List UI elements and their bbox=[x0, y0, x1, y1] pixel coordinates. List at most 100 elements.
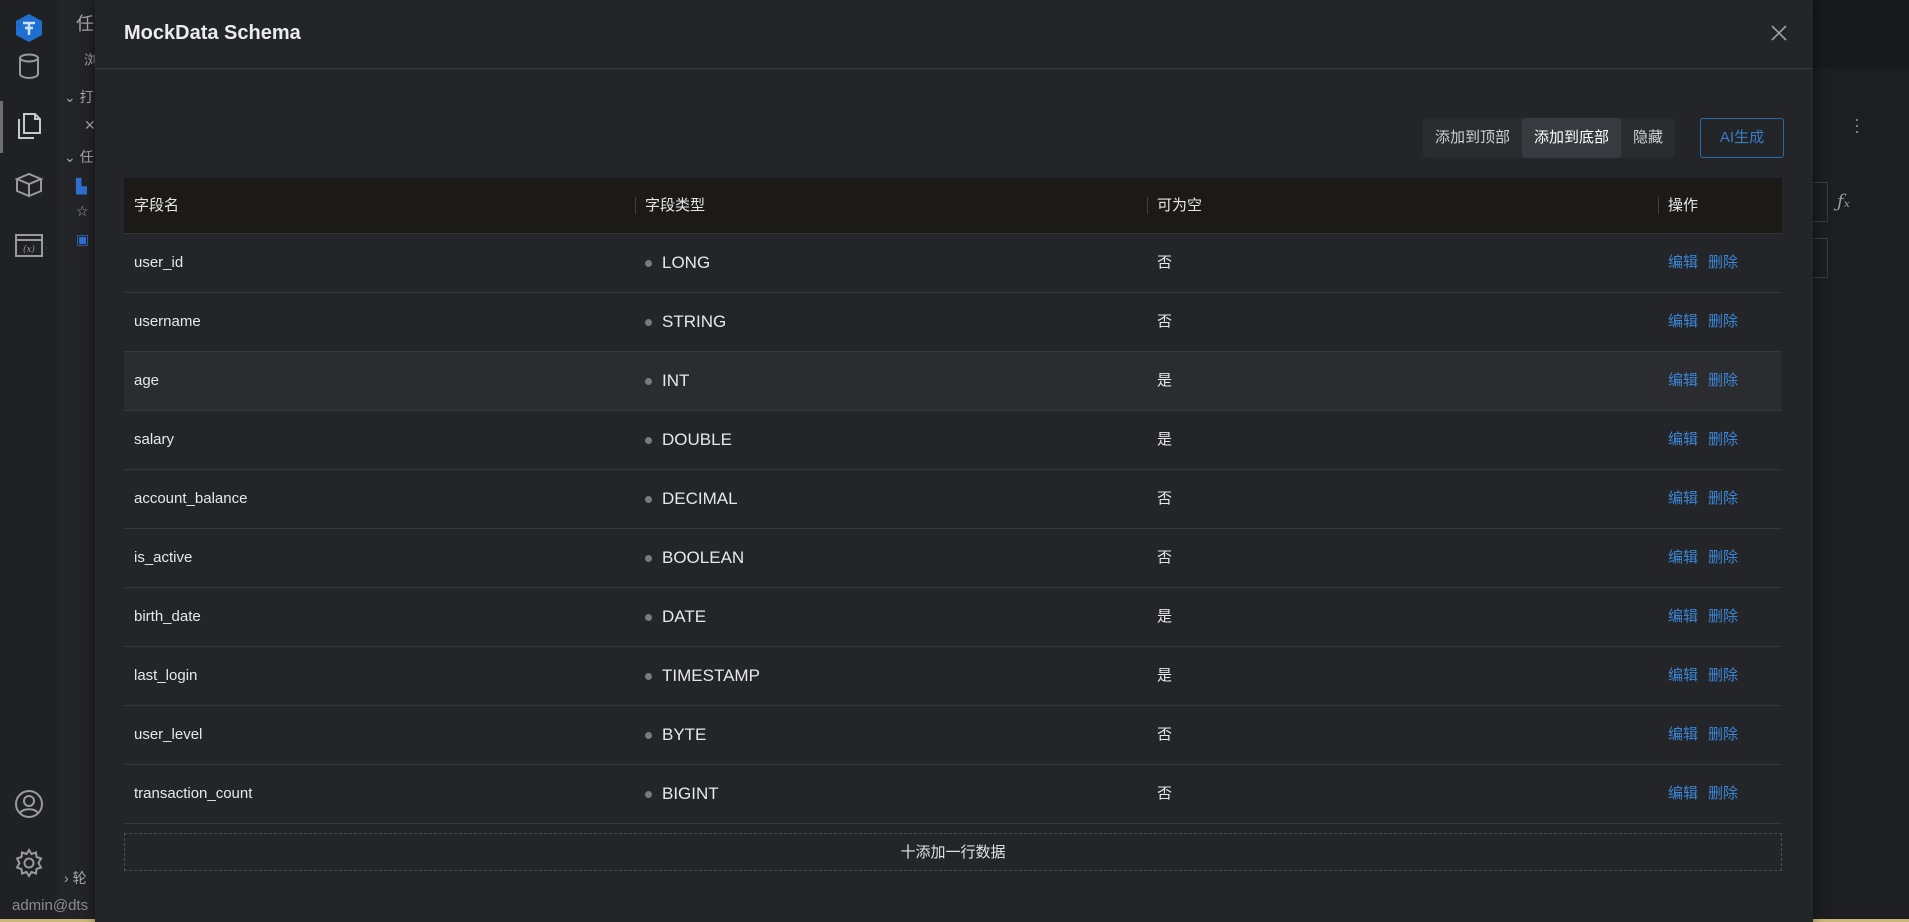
actions-cell: 编辑 删除 bbox=[1658, 588, 1782, 646]
nullable-cell: 否 bbox=[1157, 785, 1173, 802]
nullable-cell: 否 bbox=[1157, 254, 1173, 271]
section-tasks-header[interactable]: ⌄ 任 bbox=[64, 147, 94, 167]
field-type-label: INT bbox=[662, 371, 690, 390]
formula-icon[interactable]: ƒₓ bbox=[1837, 191, 1850, 212]
field-name-cell: birth_date bbox=[134, 608, 201, 625]
table-row: last_login TIMESTAMP 是 编辑 删除 bbox=[124, 647, 1782, 706]
delete-link[interactable]: 删除 bbox=[1708, 726, 1738, 743]
editor-topbar bbox=[1812, 0, 1909, 68]
field-type-label: LONG bbox=[662, 253, 711, 272]
file-icon: ▣ bbox=[76, 231, 90, 247]
schema-table: 字段名 字段类型 可为空 操作 user_id LONG 否编辑 删除 username… bbox=[124, 178, 1782, 824]
field-type-cell: STRING bbox=[635, 293, 1147, 351]
table-row: transaction_count BIGINT 否 编辑 删除 bbox=[124, 765, 1782, 824]
delete-link[interactable]: 删除 bbox=[1708, 313, 1738, 330]
actions-cell: 编辑 删除 bbox=[1658, 234, 1782, 292]
more-icon[interactable]: · · · bbox=[1853, 110, 1861, 140]
close-icon[interactable] bbox=[1768, 22, 1790, 44]
delete-link[interactable]: 删除 bbox=[1708, 549, 1738, 566]
section-bottom-header[interactable]: › 轮 bbox=[64, 868, 87, 888]
ai-generate-button[interactable]: AI生成 bbox=[1700, 118, 1784, 158]
type-dot-icon bbox=[645, 613, 652, 621]
settings-icon[interactable] bbox=[11, 845, 47, 881]
field-type-cell: TIMESTAMP bbox=[635, 647, 1147, 705]
svg-text:(x): (x) bbox=[23, 244, 36, 255]
type-dot-icon bbox=[645, 495, 652, 503]
edit-link[interactable]: 编辑 bbox=[1668, 254, 1698, 271]
edit-link[interactable]: 编辑 bbox=[1668, 313, 1698, 330]
actions-cell: 编辑 删除 bbox=[1658, 765, 1782, 823]
nullable-cell: 是 bbox=[1157, 372, 1173, 389]
field-type-label: DOUBLE bbox=[662, 430, 732, 449]
nullable-cell: 否 bbox=[1157, 490, 1173, 507]
type-dot-icon bbox=[645, 377, 652, 385]
table-header: 字段名 字段类型 可为空 操作 bbox=[124, 178, 1782, 234]
database-icon[interactable] bbox=[11, 48, 47, 84]
field-name-cell: salary bbox=[134, 431, 175, 448]
bg-input-2 bbox=[1812, 238, 1828, 278]
edit-link[interactable]: 编辑 bbox=[1668, 608, 1698, 625]
files-icon[interactable] bbox=[11, 107, 47, 143]
delete-link[interactable]: 删除 bbox=[1708, 608, 1738, 625]
field-name-cell: last_login bbox=[134, 667, 198, 684]
delete-link[interactable]: 删除 bbox=[1708, 254, 1738, 271]
field-type-label: STRING bbox=[662, 312, 727, 331]
app-logo-icon bbox=[11, 10, 47, 46]
field-name-cell: account_balance bbox=[134, 490, 248, 507]
actions-cell: 编辑 删除 bbox=[1658, 352, 1782, 410]
edit-link[interactable]: 编辑 bbox=[1668, 549, 1698, 566]
edit-link[interactable]: 编辑 bbox=[1668, 431, 1698, 448]
field-type-cell: DECIMAL bbox=[635, 470, 1147, 528]
edit-link[interactable]: 编辑 bbox=[1668, 667, 1698, 684]
table-row: account_balance DECIMAL 否 编辑 删除 bbox=[124, 470, 1782, 529]
section-bottom-label: 轮 bbox=[72, 870, 87, 886]
type-dot-icon bbox=[645, 731, 652, 739]
table-row: birth_date DATE 是 编辑 删除 bbox=[124, 588, 1782, 647]
tab-fragment: 任 bbox=[76, 14, 94, 34]
add-to-bottom-button[interactable]: 添加到底部 bbox=[1522, 118, 1622, 158]
field-type-label: BYTE bbox=[662, 725, 707, 744]
edit-link[interactable]: 编辑 bbox=[1668, 726, 1698, 743]
type-dot-icon bbox=[645, 790, 652, 798]
nullable-cell: 否 bbox=[1157, 549, 1173, 566]
field-name-cell: username bbox=[134, 313, 201, 330]
column-header-actions: 操作 bbox=[1658, 178, 1782, 233]
table-row: age INT 是 编辑 删除 bbox=[124, 352, 1782, 411]
edit-link[interactable]: 编辑 bbox=[1668, 372, 1698, 389]
function-icon[interactable]: (x) bbox=[11, 227, 47, 263]
table-row: user_level BYTE 否 编辑 删除 bbox=[124, 706, 1782, 765]
status-user: admin@dts bbox=[12, 897, 89, 914]
field-type-label: BIGINT bbox=[662, 784, 719, 803]
add-row-button[interactable]: 十添加一行数据 bbox=[124, 833, 1782, 871]
actions-cell: 编辑 删除 bbox=[1658, 529, 1782, 587]
section-open-header[interactable]: ⌄ 打 bbox=[64, 87, 94, 107]
nullable-cell: 是 bbox=[1157, 667, 1173, 684]
hide-button[interactable]: 隐藏 bbox=[1621, 118, 1675, 158]
modal-title: MockData Schema bbox=[124, 22, 301, 44]
delete-link[interactable]: 删除 bbox=[1708, 785, 1738, 802]
edit-link[interactable]: 编辑 bbox=[1668, 785, 1698, 802]
activity-bar: (x) bbox=[0, 0, 59, 922]
star-icon: ☆ bbox=[76, 203, 89, 219]
field-type-label: TIMESTAMP bbox=[662, 666, 760, 685]
delete-link[interactable]: 删除 bbox=[1708, 372, 1738, 389]
add-to-top-button[interactable]: 添加到顶部 bbox=[1423, 118, 1522, 158]
package-icon[interactable] bbox=[11, 167, 47, 203]
type-dot-icon bbox=[645, 554, 652, 562]
delete-link[interactable]: 删除 bbox=[1708, 490, 1738, 507]
delete-link[interactable]: 删除 bbox=[1708, 667, 1738, 684]
nullable-cell: 否 bbox=[1157, 726, 1173, 743]
user-icon[interactable] bbox=[11, 786, 47, 822]
table-body: user_id LONG 否编辑 删除 username STRING 否编辑 删除 age IN… bbox=[124, 234, 1782, 824]
type-dot-icon bbox=[645, 318, 652, 326]
field-type-label: DECIMAL bbox=[662, 489, 738, 508]
field-type-cell: BYTE bbox=[635, 706, 1147, 764]
delete-link[interactable]: 删除 bbox=[1708, 431, 1738, 448]
edit-link[interactable]: 编辑 bbox=[1668, 490, 1698, 507]
close-icon[interactable]: ✕ bbox=[84, 117, 96, 134]
field-name-cell: user_id bbox=[134, 254, 184, 271]
folder-icon: ▙ bbox=[76, 178, 87, 194]
field-type-cell: LONG bbox=[635, 234, 1147, 292]
field-name-cell: is_active bbox=[134, 549, 193, 566]
bg-input bbox=[1812, 182, 1828, 222]
